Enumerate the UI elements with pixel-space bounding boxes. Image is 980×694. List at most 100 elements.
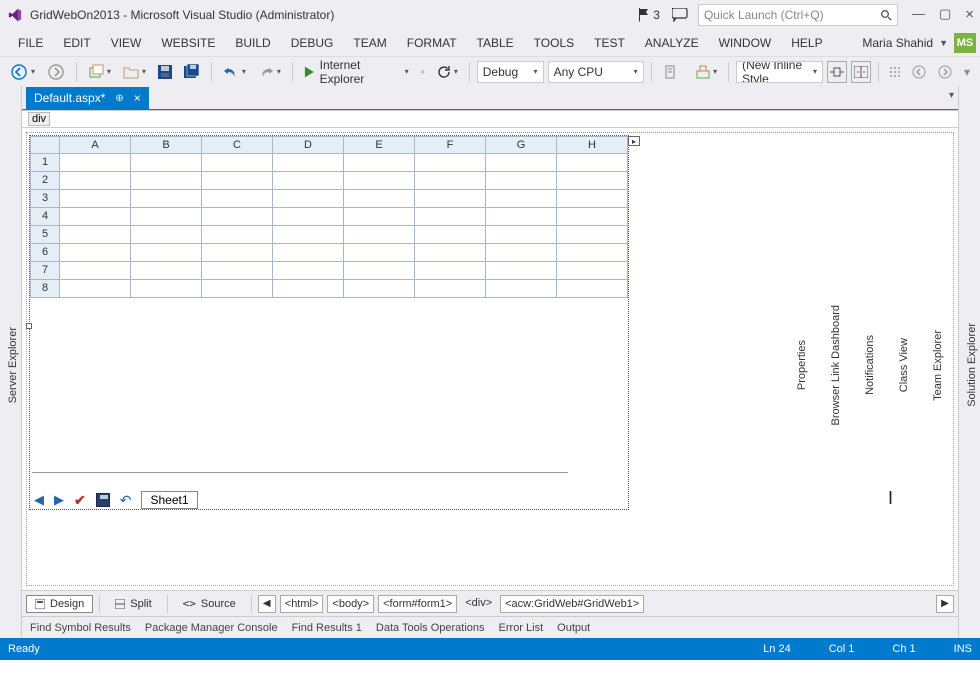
notification-flag[interactable]: 3: [638, 8, 660, 22]
cell-F2[interactable]: [415, 172, 486, 190]
menu-help[interactable]: HELP: [781, 30, 832, 56]
tab-error-list[interactable]: Error List: [499, 622, 544, 634]
cell-G5[interactable]: [486, 226, 557, 244]
pin-icon[interactable]: ⊕: [115, 93, 123, 104]
cell-E6[interactable]: [344, 244, 415, 262]
toolbar-overflow[interactable]: ▾: [960, 61, 974, 83]
cell-A4[interactable]: [60, 208, 131, 226]
cell-D5[interactable]: [273, 226, 344, 244]
cell-F1[interactable]: [415, 154, 486, 172]
minimize-button[interactable]: —: [912, 6, 925, 23]
tab-find-results[interactable]: Find Results 1: [292, 622, 362, 634]
cell-G8[interactable]: [486, 280, 557, 298]
view-design[interactable]: Design: [26, 595, 93, 613]
nav-back-button[interactable]: ▾: [6, 61, 39, 83]
cell-G4[interactable]: [486, 208, 557, 226]
cell-H7[interactable]: [557, 262, 628, 280]
col-head-B[interactable]: B: [131, 136, 202, 154]
col-head-A[interactable]: A: [60, 136, 131, 154]
config-dropdown[interactable]: Debug▾: [477, 61, 544, 83]
cell-H4[interactable]: [557, 208, 628, 226]
tag-nav-left[interactable]: ◀: [258, 595, 276, 613]
resize-handle[interactable]: [26, 323, 32, 329]
row-head-1[interactable]: 1: [30, 154, 60, 172]
cell-G2[interactable]: [486, 172, 557, 190]
cell-B2[interactable]: [131, 172, 202, 190]
cell-D2[interactable]: [273, 172, 344, 190]
row-head-8[interactable]: 8: [30, 280, 60, 298]
cell-B4[interactable]: [131, 208, 202, 226]
menu-file[interactable]: FILE: [8, 30, 53, 56]
cell-G1[interactable]: [486, 154, 557, 172]
sheet-prev-icon[interactable]: ◀: [34, 492, 44, 508]
tool-button-1[interactable]: [659, 61, 681, 83]
save-sheet-icon[interactable]: [96, 493, 110, 507]
cell-C1[interactable]: [202, 154, 273, 172]
cell-C7[interactable]: [202, 262, 273, 280]
cell-B5[interactable]: [131, 226, 202, 244]
sheet-tab[interactable]: Sheet1: [141, 491, 197, 509]
menu-format[interactable]: FORMAT: [397, 30, 467, 56]
tab-output[interactable]: Output: [557, 622, 590, 634]
quick-launch-input[interactable]: Quick Launch (Ctrl+Q): [698, 4, 898, 26]
cell-D7[interactable]: [273, 262, 344, 280]
row-head-7[interactable]: 7: [30, 262, 60, 280]
tag-nav-right[interactable]: ▶: [936, 595, 954, 613]
cell-B1[interactable]: [131, 154, 202, 172]
css-tool-1[interactable]: [827, 61, 847, 83]
cell-H3[interactable]: [557, 190, 628, 208]
cell-H6[interactable]: [557, 244, 628, 262]
gridweb-control[interactable]: ▸ A B C D E F G H 12345678 ◀ ▶ ✔: [30, 136, 628, 509]
menu-build[interactable]: BUILD: [225, 30, 280, 56]
grid-corner[interactable]: [30, 136, 60, 154]
cell-A5[interactable]: [60, 226, 131, 244]
undo-button[interactable]: ▾: [219, 61, 250, 83]
breadcrumb-item[interactable]: div: [28, 112, 50, 126]
menu-window[interactable]: WINDOW: [709, 30, 782, 56]
cell-F4[interactable]: [415, 208, 486, 226]
tag-body[interactable]: <body>: [327, 595, 374, 613]
cell-B6[interactable]: [131, 244, 202, 262]
menu-website[interactable]: WEBSITE: [151, 30, 225, 56]
cell-B8[interactable]: [131, 280, 202, 298]
cell-H1[interactable]: [557, 154, 628, 172]
cell-C4[interactable]: [202, 208, 273, 226]
nav-right-round[interactable]: [934, 61, 956, 83]
smart-tag-icon[interactable]: ▸: [628, 136, 640, 146]
menu-table[interactable]: TABLE: [467, 30, 524, 56]
menu-tools[interactable]: TOOLS: [524, 30, 584, 56]
class-view-tab[interactable]: Class View: [896, 332, 912, 398]
cell-A6[interactable]: [60, 244, 131, 262]
cell-E5[interactable]: [344, 226, 415, 244]
cell-B3[interactable]: [131, 190, 202, 208]
style-dropdown[interactable]: (New Inline Style▾: [736, 61, 823, 83]
undo-sheet-icon[interactable]: ↶: [120, 492, 132, 509]
row-head-2[interactable]: 2: [30, 172, 60, 190]
cell-E4[interactable]: [344, 208, 415, 226]
close-tab-icon[interactable]: ×: [134, 91, 141, 105]
platform-dropdown[interactable]: Any CPU▾: [548, 61, 644, 83]
feedback-icon[interactable]: [672, 8, 688, 22]
grid-dots-icon[interactable]: [886, 61, 904, 83]
cell-E8[interactable]: [344, 280, 415, 298]
properties-tab[interactable]: Properties: [794, 334, 810, 396]
tool-button-2[interactable]: ▾: [692, 61, 721, 83]
save-button[interactable]: [154, 61, 176, 83]
col-head-F[interactable]: F: [415, 136, 486, 154]
server-explorer-tab[interactable]: Server Explorer: [5, 321, 21, 409]
cell-F7[interactable]: [415, 262, 486, 280]
document-tab-active[interactable]: Default.aspx* ⊕ ×: [26, 87, 149, 109]
cell-G6[interactable]: [486, 244, 557, 262]
col-head-C[interactable]: C: [202, 136, 273, 154]
row-head-6[interactable]: 6: [30, 244, 60, 262]
open-file-button[interactable]: ▾: [119, 61, 150, 83]
cell-G3[interactable]: [486, 190, 557, 208]
tab-pkg-mgr[interactable]: Package Manager Console: [145, 622, 278, 634]
css-tool-2[interactable]: [851, 61, 871, 83]
row-head-4[interactable]: 4: [30, 208, 60, 226]
cell-C3[interactable]: [202, 190, 273, 208]
cell-D1[interactable]: [273, 154, 344, 172]
cell-H8[interactable]: [557, 280, 628, 298]
user-dropdown-icon[interactable]: ▼: [939, 38, 948, 48]
user-name[interactable]: Maria Shahid: [862, 36, 933, 50]
